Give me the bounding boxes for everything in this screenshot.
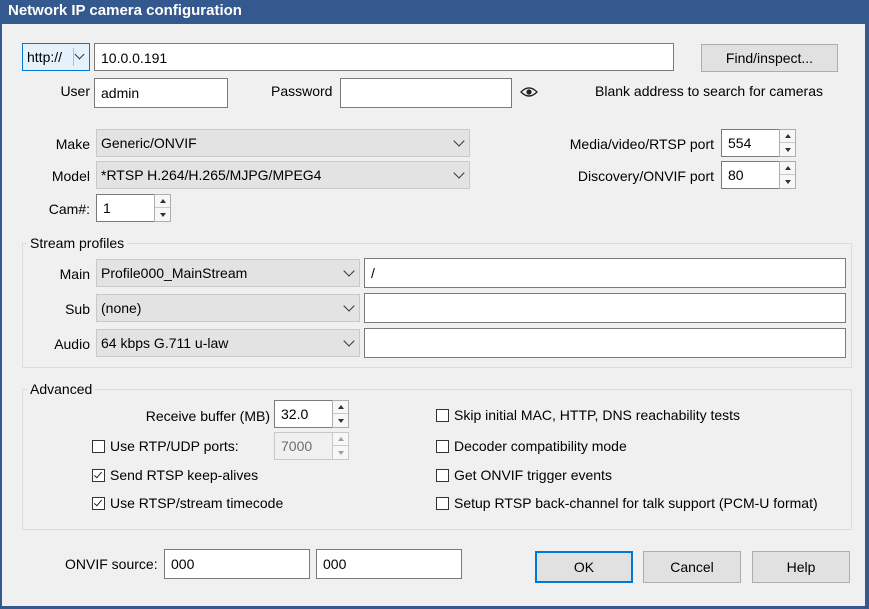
- chevron-down-icon: [343, 300, 355, 312]
- media-port-spinner[interactable]: [779, 129, 796, 157]
- find-inspect-button[interactable]: Find/inspect...: [701, 44, 838, 72]
- onvif-source-label: ONVIF source:: [65, 556, 158, 572]
- rtp-udp-label: Use RTP/UDP ports:: [110, 438, 239, 454]
- model-select[interactable]: *RTSP H.264/H.265/MJPG/MPEG4: [96, 161, 470, 189]
- user-input[interactable]: admin: [94, 78, 228, 108]
- skip-tests-checkbox[interactable]: Skip initial MAC, HTTP, DNS reachability…: [436, 406, 740, 424]
- decoder-compat-label: Decoder compatibility mode: [454, 438, 627, 454]
- dialog-body: http:// 10.0.0.191 Find/inspect... User …: [2, 24, 865, 606]
- spin-up-icon[interactable]: [780, 130, 795, 143]
- discovery-port-spinner[interactable]: [779, 161, 796, 189]
- spin-down-icon[interactable]: [155, 208, 170, 221]
- main-profile-select[interactable]: Profile000_MainStream: [96, 259, 360, 287]
- main-profile-value: Profile000_MainStream: [101, 265, 248, 281]
- chevron-down-icon: [74, 49, 85, 60]
- audio-profile-value: 64 kbps G.711 u-law: [101, 335, 229, 351]
- search-hint: Blank address to search for cameras: [595, 83, 823, 99]
- onvif-trigger-checkbox[interactable]: Get ONVIF trigger events: [436, 466, 612, 484]
- rtp-udp-port-input[interactable]: 7000: [274, 432, 334, 460]
- make-select[interactable]: Generic/ONVIF: [96, 129, 470, 157]
- receive-buffer-spinner[interactable]: [332, 400, 349, 428]
- onvif-source-input-1[interactable]: 000: [164, 549, 310, 579]
- stream-profiles-title: Stream profiles: [27, 235, 128, 251]
- sub-profile-select[interactable]: (none): [96, 294, 360, 322]
- sub-profile-value: (none): [101, 300, 142, 316]
- rtp-udp-box[interactable]: [92, 439, 105, 453]
- spin-up-icon[interactable]: [155, 195, 170, 208]
- chevron-down-icon: [453, 135, 465, 147]
- ok-button[interactable]: OK: [535, 551, 633, 583]
- backchannel-box[interactable]: [436, 496, 449, 510]
- chevron-down-icon: [343, 335, 355, 347]
- main-stream-path-input[interactable]: /: [364, 258, 846, 288]
- keepalive-box[interactable]: [92, 468, 105, 482]
- password-input[interactable]: [340, 78, 512, 108]
- spin-up-icon[interactable]: [780, 162, 795, 175]
- discovery-port-label: Discovery/ONVIF port: [577, 168, 714, 184]
- timecode-checkbox[interactable]: Use RTSP/stream timecode: [92, 494, 283, 512]
- decoder-compat-checkbox[interactable]: Decoder compatibility mode: [436, 437, 627, 455]
- make-label: Make: [55, 136, 90, 152]
- onvif-trigger-box[interactable]: [436, 468, 449, 482]
- audio-stream-path-input[interactable]: [364, 328, 846, 358]
- spin-down-icon[interactable]: [780, 143, 795, 156]
- cam-number-label: Cam#:: [48, 201, 90, 217]
- media-port-label: Media/video/RTSP port: [569, 136, 714, 152]
- spin-up-icon[interactable]: [333, 433, 348, 446]
- receive-buffer-input[interactable]: 32.0: [274, 400, 334, 428]
- chevron-down-icon: [453, 167, 465, 179]
- make-value: Generic/ONVIF: [101, 135, 197, 151]
- main-stream-label: Main: [59, 266, 90, 282]
- cancel-button[interactable]: Cancel: [643, 551, 741, 583]
- address-input[interactable]: 10.0.0.191: [94, 43, 674, 71]
- keepalive-label: Send RTSP keep-alives: [110, 467, 259, 483]
- password-label: Password: [271, 83, 333, 99]
- protocol-value: http://: [27, 49, 63, 65]
- timecode-label: Use RTSP/stream timecode: [110, 495, 284, 511]
- skip-tests-label: Skip initial MAC, HTTP, DNS reachability…: [454, 407, 741, 423]
- help-button[interactable]: Help: [752, 551, 850, 583]
- decoder-compat-box[interactable]: [436, 439, 449, 453]
- cam-number-spinner[interactable]: [154, 194, 171, 222]
- spin-up-icon[interactable]: [333, 401, 348, 414]
- discovery-port-input[interactable]: 80: [721, 161, 781, 189]
- rtp-udp-port-spinner[interactable]: [332, 432, 349, 460]
- spin-down-icon[interactable]: [333, 414, 348, 427]
- model-value: *RTSP H.264/H.265/MJPG/MPEG4: [101, 167, 322, 183]
- backchannel-label: Setup RTSP back-channel for talk support…: [454, 495, 818, 511]
- model-label: Model: [51, 168, 90, 184]
- onvif-source-input-2[interactable]: 000: [316, 549, 462, 579]
- protocol-select[interactable]: http://: [22, 43, 90, 71]
- onvif-trigger-label: Get ONVIF trigger events: [454, 467, 612, 483]
- skip-tests-box[interactable]: [436, 408, 449, 422]
- backchannel-checkbox[interactable]: Setup RTSP back-channel for talk support…: [436, 494, 818, 512]
- rtp-udp-checkbox[interactable]: Use RTP/UDP ports:: [92, 437, 239, 455]
- media-port-input[interactable]: 554: [721, 129, 781, 157]
- spin-down-icon[interactable]: [780, 175, 795, 188]
- spin-down-icon[interactable]: [333, 446, 348, 459]
- keepalive-checkbox[interactable]: Send RTSP keep-alives: [92, 466, 258, 484]
- sub-stream-label: Sub: [65, 301, 90, 317]
- advanced-title: Advanced: [27, 381, 96, 397]
- show-password-icon[interactable]: [520, 86, 538, 98]
- window-title: Network IP camera configuration: [8, 2, 242, 19]
- audio-stream-label: Audio: [54, 336, 90, 352]
- timecode-box[interactable]: [92, 496, 105, 510]
- title-bar: Network IP camera configuration: [0, 0, 869, 24]
- chevron-down-icon: [343, 265, 355, 277]
- user-label: User: [60, 83, 90, 99]
- audio-profile-select[interactable]: 64 kbps G.711 u-law: [96, 329, 360, 357]
- sub-stream-path-input[interactable]: [364, 293, 846, 323]
- dialog-window: Network IP camera configuration http:// …: [0, 0, 869, 609]
- receive-buffer-label: Receive buffer (MB): [145, 408, 270, 424]
- cam-number-input[interactable]: 1: [96, 194, 156, 222]
